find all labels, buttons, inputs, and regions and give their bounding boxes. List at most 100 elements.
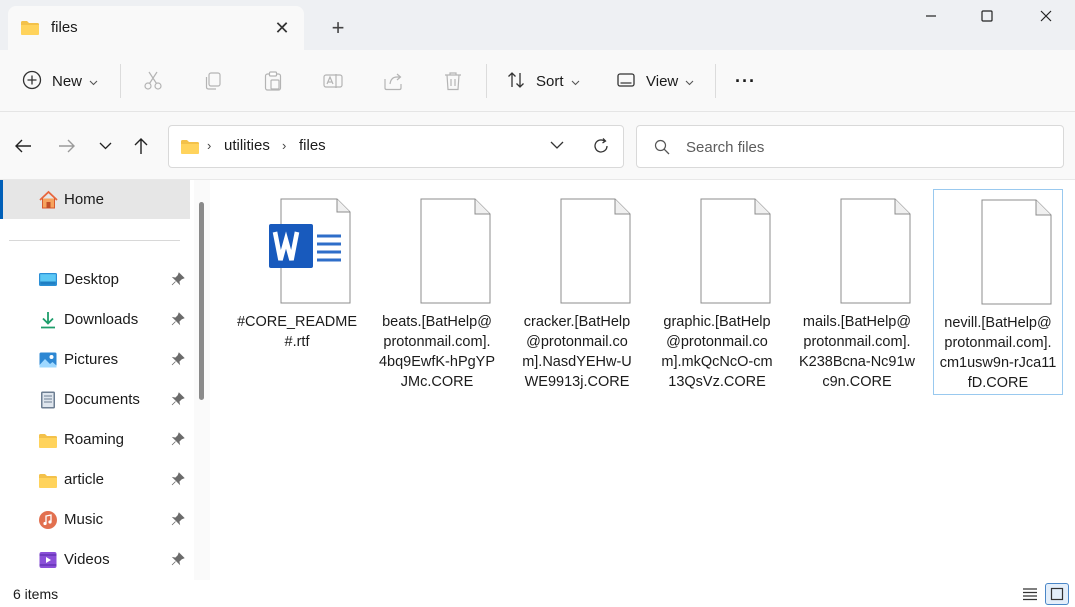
sidebar-item-downloads[interactable]: Downloads	[0, 302, 190, 338]
details-view-icon[interactable]	[1018, 583, 1042, 605]
file-item[interactable]: graphic.[BatHelp @protonmail.co m].mkQcN…	[653, 189, 783, 395]
file-item-selected[interactable]: nevill.[BatHelp@ protonmail.com]. cm1usw…	[933, 189, 1063, 395]
tab-title: files	[51, 19, 78, 36]
file-item[interactable]: cracker.[BatHelp @protonmail.co m].NasdY…	[513, 189, 643, 395]
breadcrumb-utilities[interactable]: utilities	[224, 137, 270, 154]
breadcrumb-files[interactable]: files	[299, 137, 326, 154]
chevron-down-icon	[685, 73, 694, 89]
large-icons-view-icon[interactable]	[1045, 583, 1069, 605]
pin-icon[interactable]	[171, 272, 185, 289]
file-name: graphic.[BatHelp @protonmail.co m].mkQcN…	[661, 314, 773, 390]
pin-icon[interactable]	[171, 552, 185, 569]
chevron-down-icon	[89, 73, 98, 89]
close-window-button[interactable]	[1018, 0, 1074, 32]
up-arrow-icon[interactable]	[128, 135, 154, 157]
share-icon[interactable]	[381, 69, 405, 93]
rename-icon[interactable]	[321, 69, 345, 93]
address-row: › utilities › files	[0, 112, 1075, 180]
search-input[interactable]	[686, 136, 1046, 158]
pictures-icon	[38, 350, 58, 370]
title-bar: files ✕ +	[0, 0, 1075, 50]
search-icon	[654, 139, 670, 158]
address-bar[interactable]: › utilities › files	[168, 125, 624, 168]
chevron-down-icon	[571, 73, 580, 89]
forward-arrow-icon[interactable]	[54, 135, 80, 157]
sort-label: Sort	[536, 72, 564, 90]
delete-icon[interactable]	[441, 69, 465, 93]
file-item[interactable]: #CORE_README #.rtf	[233, 189, 363, 395]
generic-file-icon	[819, 198, 911, 307]
folder-icon	[180, 139, 200, 158]
file-name: #CORE_README #.rtf	[236, 314, 358, 350]
sidebar-item-desktop[interactable]: Desktop	[0, 262, 190, 298]
sidebar-item-label: Roaming	[64, 431, 125, 448]
view-button[interactable]: View	[616, 63, 694, 99]
sidebar-scrollbar-thumb[interactable]	[199, 202, 204, 400]
generic-file-icon	[399, 198, 491, 307]
sidebar-item-label: Pictures	[64, 351, 119, 368]
selection-accent	[0, 180, 3, 219]
pin-icon[interactable]	[171, 312, 185, 329]
generic-file-icon	[539, 198, 631, 307]
file-item[interactable]: mails.[BatHelp@ protonmail.com]. K238Bcn…	[793, 189, 923, 395]
sidebar-item-music[interactable]: Music	[0, 502, 190, 538]
more-options-button[interactable]: ···	[735, 63, 756, 99]
paste-icon[interactable]	[261, 69, 285, 93]
sort-button[interactable]: Sort	[506, 63, 580, 99]
plus-circle-icon	[22, 70, 42, 93]
sidebar-divider	[9, 240, 180, 241]
sidebar-item-documents[interactable]: Documents	[0, 382, 190, 418]
toolbar-divider	[120, 64, 121, 98]
status-bar: 6 items	[0, 580, 1075, 607]
folder-icon	[38, 430, 58, 450]
address-dropdown-chevron-icon[interactable]	[549, 137, 565, 156]
folder-icon	[38, 470, 58, 490]
file-name: mails.[BatHelp@ protonmail.com]. K238Bcn…	[798, 314, 916, 390]
sidebar-item-videos[interactable]: Videos	[0, 542, 190, 578]
back-arrow-icon[interactable]	[10, 135, 36, 157]
file-view: #CORE_README #.rtf beats.[BatHelp@ proto…	[211, 180, 1075, 580]
sidebar-item-label: Downloads	[64, 311, 139, 328]
close-tab-icon[interactable]: ✕	[270, 16, 294, 40]
sidebar-item-pictures[interactable]: Pictures	[0, 342, 190, 378]
sidebar-item-label: Music	[64, 511, 104, 528]
pin-icon[interactable]	[171, 512, 185, 529]
copy-icon[interactable]	[201, 69, 225, 93]
sidebar-item-label: Documents	[64, 391, 140, 408]
file-item[interactable]: beats.[BatHelp@ protonmail.com]. 4bq9Ewf…	[373, 189, 503, 395]
search-box[interactable]	[636, 125, 1064, 168]
pin-icon[interactable]	[171, 432, 185, 449]
recent-locations-chevron-icon[interactable]	[92, 135, 118, 157]
command-bar: New Sort View ···	[0, 50, 1075, 112]
new-tab-button[interactable]: +	[325, 15, 351, 41]
sidebar-item-roaming[interactable]: Roaming	[0, 422, 190, 458]
new-button[interactable]: New	[22, 63, 98, 99]
pin-icon[interactable]	[171, 352, 185, 369]
file-name: beats.[BatHelp@ protonmail.com]. 4bq9Ewf…	[378, 314, 496, 390]
download-icon	[38, 310, 58, 330]
pin-icon[interactable]	[171, 392, 185, 409]
view-label: View	[646, 72, 679, 90]
videos-icon	[38, 550, 58, 570]
maximize-button[interactable]	[959, 0, 1015, 32]
breadcrumb-separator: ›	[207, 138, 212, 153]
view-icon	[616, 70, 636, 93]
sidebar-item-home[interactable]: Home	[0, 180, 190, 219]
music-icon	[38, 510, 58, 530]
file-name: cracker.[BatHelp @protonmail.co m].NasdY…	[522, 314, 632, 390]
documents-icon	[38, 390, 58, 410]
toolbar-divider	[715, 64, 716, 98]
sidebar-item-article[interactable]: article	[0, 462, 190, 498]
navigation-pane: Home Desktop Downloads Pictures Document…	[0, 180, 190, 580]
refresh-icon[interactable]	[591, 136, 611, 159]
generic-file-icon	[679, 198, 771, 307]
scissors-icon[interactable]	[141, 69, 165, 93]
word-document-icon	[259, 198, 351, 307]
minimize-button[interactable]	[903, 0, 959, 32]
sidebar-item-label: Videos	[64, 551, 110, 568]
home-icon	[38, 190, 59, 213]
pin-icon[interactable]	[171, 472, 185, 489]
breadcrumb-separator: ›	[282, 138, 287, 153]
sidebar-item-label: Desktop	[64, 271, 120, 288]
tab-files[interactable]: files ✕	[8, 6, 304, 50]
